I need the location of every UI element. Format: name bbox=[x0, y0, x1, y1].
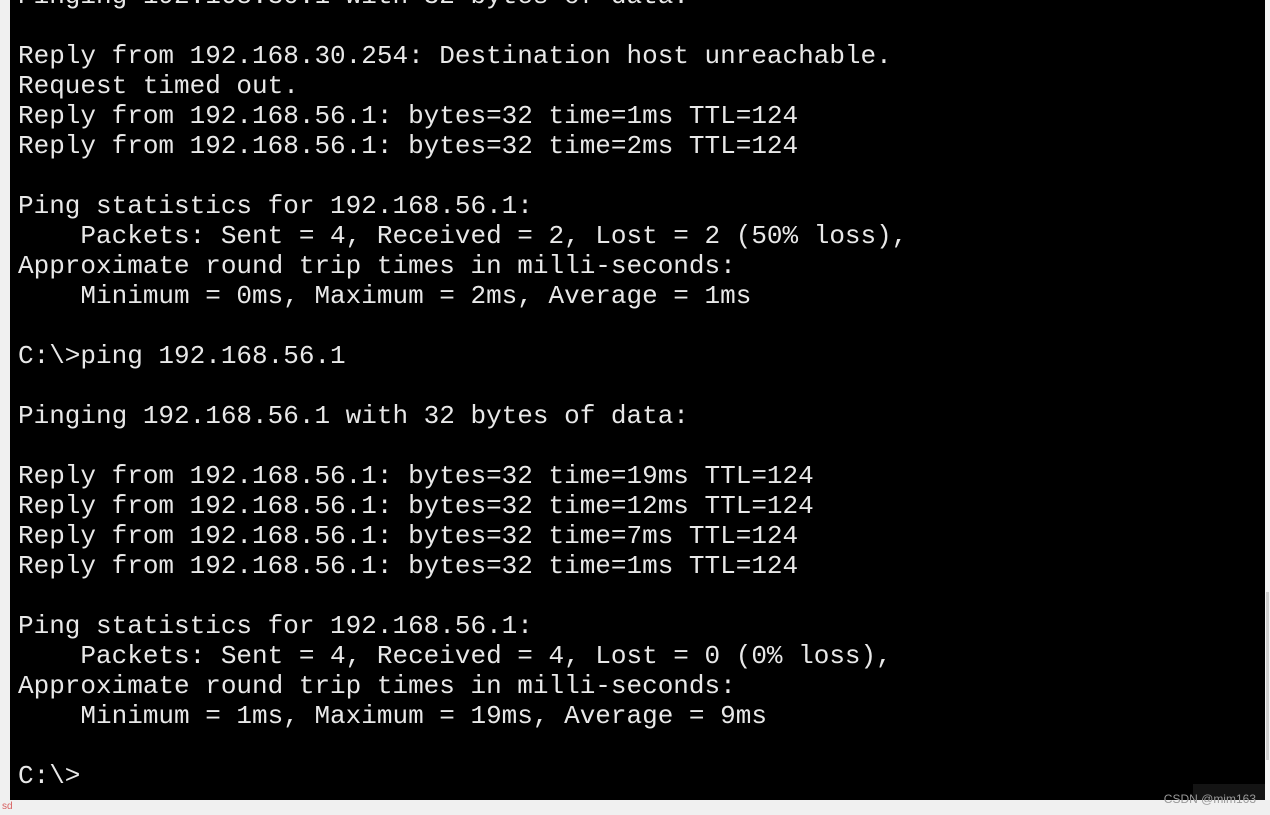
terminal-line: Packets: Sent = 4, Received = 4, Lost = … bbox=[18, 641, 892, 671]
terminal-prompt[interactable]: C:\> bbox=[18, 761, 907, 791]
terminal-line: Reply from 192.168.56.1: bytes=32 time=1… bbox=[18, 491, 814, 521]
terminal-window[interactable]: Pinging 192.168.30.1 with 32 bytes of da… bbox=[10, 0, 1265, 800]
terminal-line: Pinging 192.168.30.1 with 32 bytes of da… bbox=[18, 0, 907, 11]
terminal-line: Approximate round trip times in milli-se… bbox=[18, 251, 736, 281]
terminal-line: Packets: Sent = 4, Received = 2, Lost = … bbox=[18, 221, 908, 251]
terminal-line: Reply from 192.168.56.1: bytes=32 time=2… bbox=[18, 131, 799, 161]
terminal-output: Pinging 192.168.30.1 with 32 bytes of da… bbox=[18, 0, 907, 791]
terminal-line: Minimum = 0ms, Maximum = 2ms, Average = … bbox=[18, 281, 752, 311]
terminal-line: Ping statistics for 192.168.56.1: bbox=[18, 191, 533, 221]
corner-label: sd bbox=[2, 801, 13, 812]
terminal-line: Pinging 192.168.56.1 with 32 bytes of da… bbox=[18, 401, 689, 431]
vertical-scrollbar[interactable] bbox=[1265, 0, 1270, 800]
terminal-line: Reply from 192.168.56.1: bytes=32 time=1… bbox=[18, 461, 814, 491]
watermark-text: CSDN @mim163 bbox=[1163, 792, 1256, 806]
scrollbar-thumb[interactable] bbox=[1266, 592, 1269, 760]
terminal-line: Request timed out. bbox=[18, 71, 299, 101]
terminal-line: C:\>ping 192.168.56.1 bbox=[18, 341, 346, 371]
terminal-line: Reply from 192.168.30.254: Destination h… bbox=[18, 41, 892, 71]
terminal-line: Approximate round trip times in milli-se… bbox=[18, 671, 736, 701]
terminal-line: Reply from 192.168.56.1: bytes=32 time=7… bbox=[18, 521, 799, 551]
terminal-line: Minimum = 1ms, Maximum = 19ms, Average =… bbox=[18, 701, 767, 731]
terminal-line: Reply from 192.168.56.1: bytes=32 time=1… bbox=[18, 101, 799, 131]
terminal-line: Ping statistics for 192.168.56.1: bbox=[18, 611, 533, 641]
terminal-line: Reply from 192.168.56.1: bytes=32 time=1… bbox=[18, 551, 799, 581]
